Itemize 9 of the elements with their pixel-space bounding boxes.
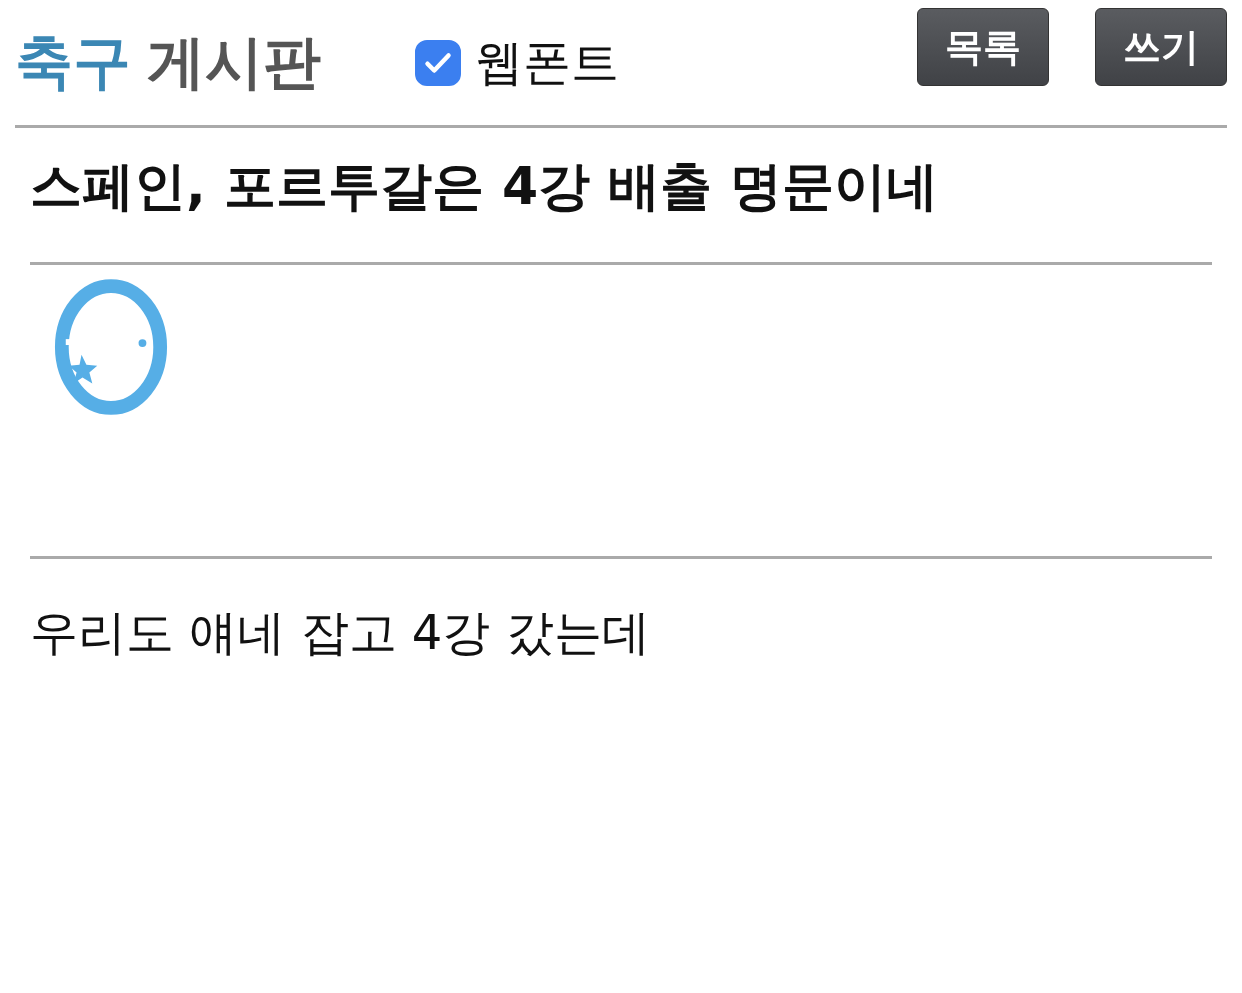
board-title: 게시판: [147, 26, 321, 98]
emoticon-icon: [52, 277, 170, 417]
checkbox[interactable]: [415, 39, 461, 86]
header-button[interactable]: 목록: [917, 8, 1049, 86]
post-body: 우리도 얘네 잡고 4강 갔는데: [30, 603, 651, 662]
category-title: 축구: [15, 26, 131, 98]
checkbox-label: 웹폰트: [475, 32, 619, 92]
post-title: 스페인, 포르투갈은 4강 배출 명문이네: [30, 128, 1212, 265]
header-button[interactable]: 쓰기: [1095, 8, 1227, 86]
